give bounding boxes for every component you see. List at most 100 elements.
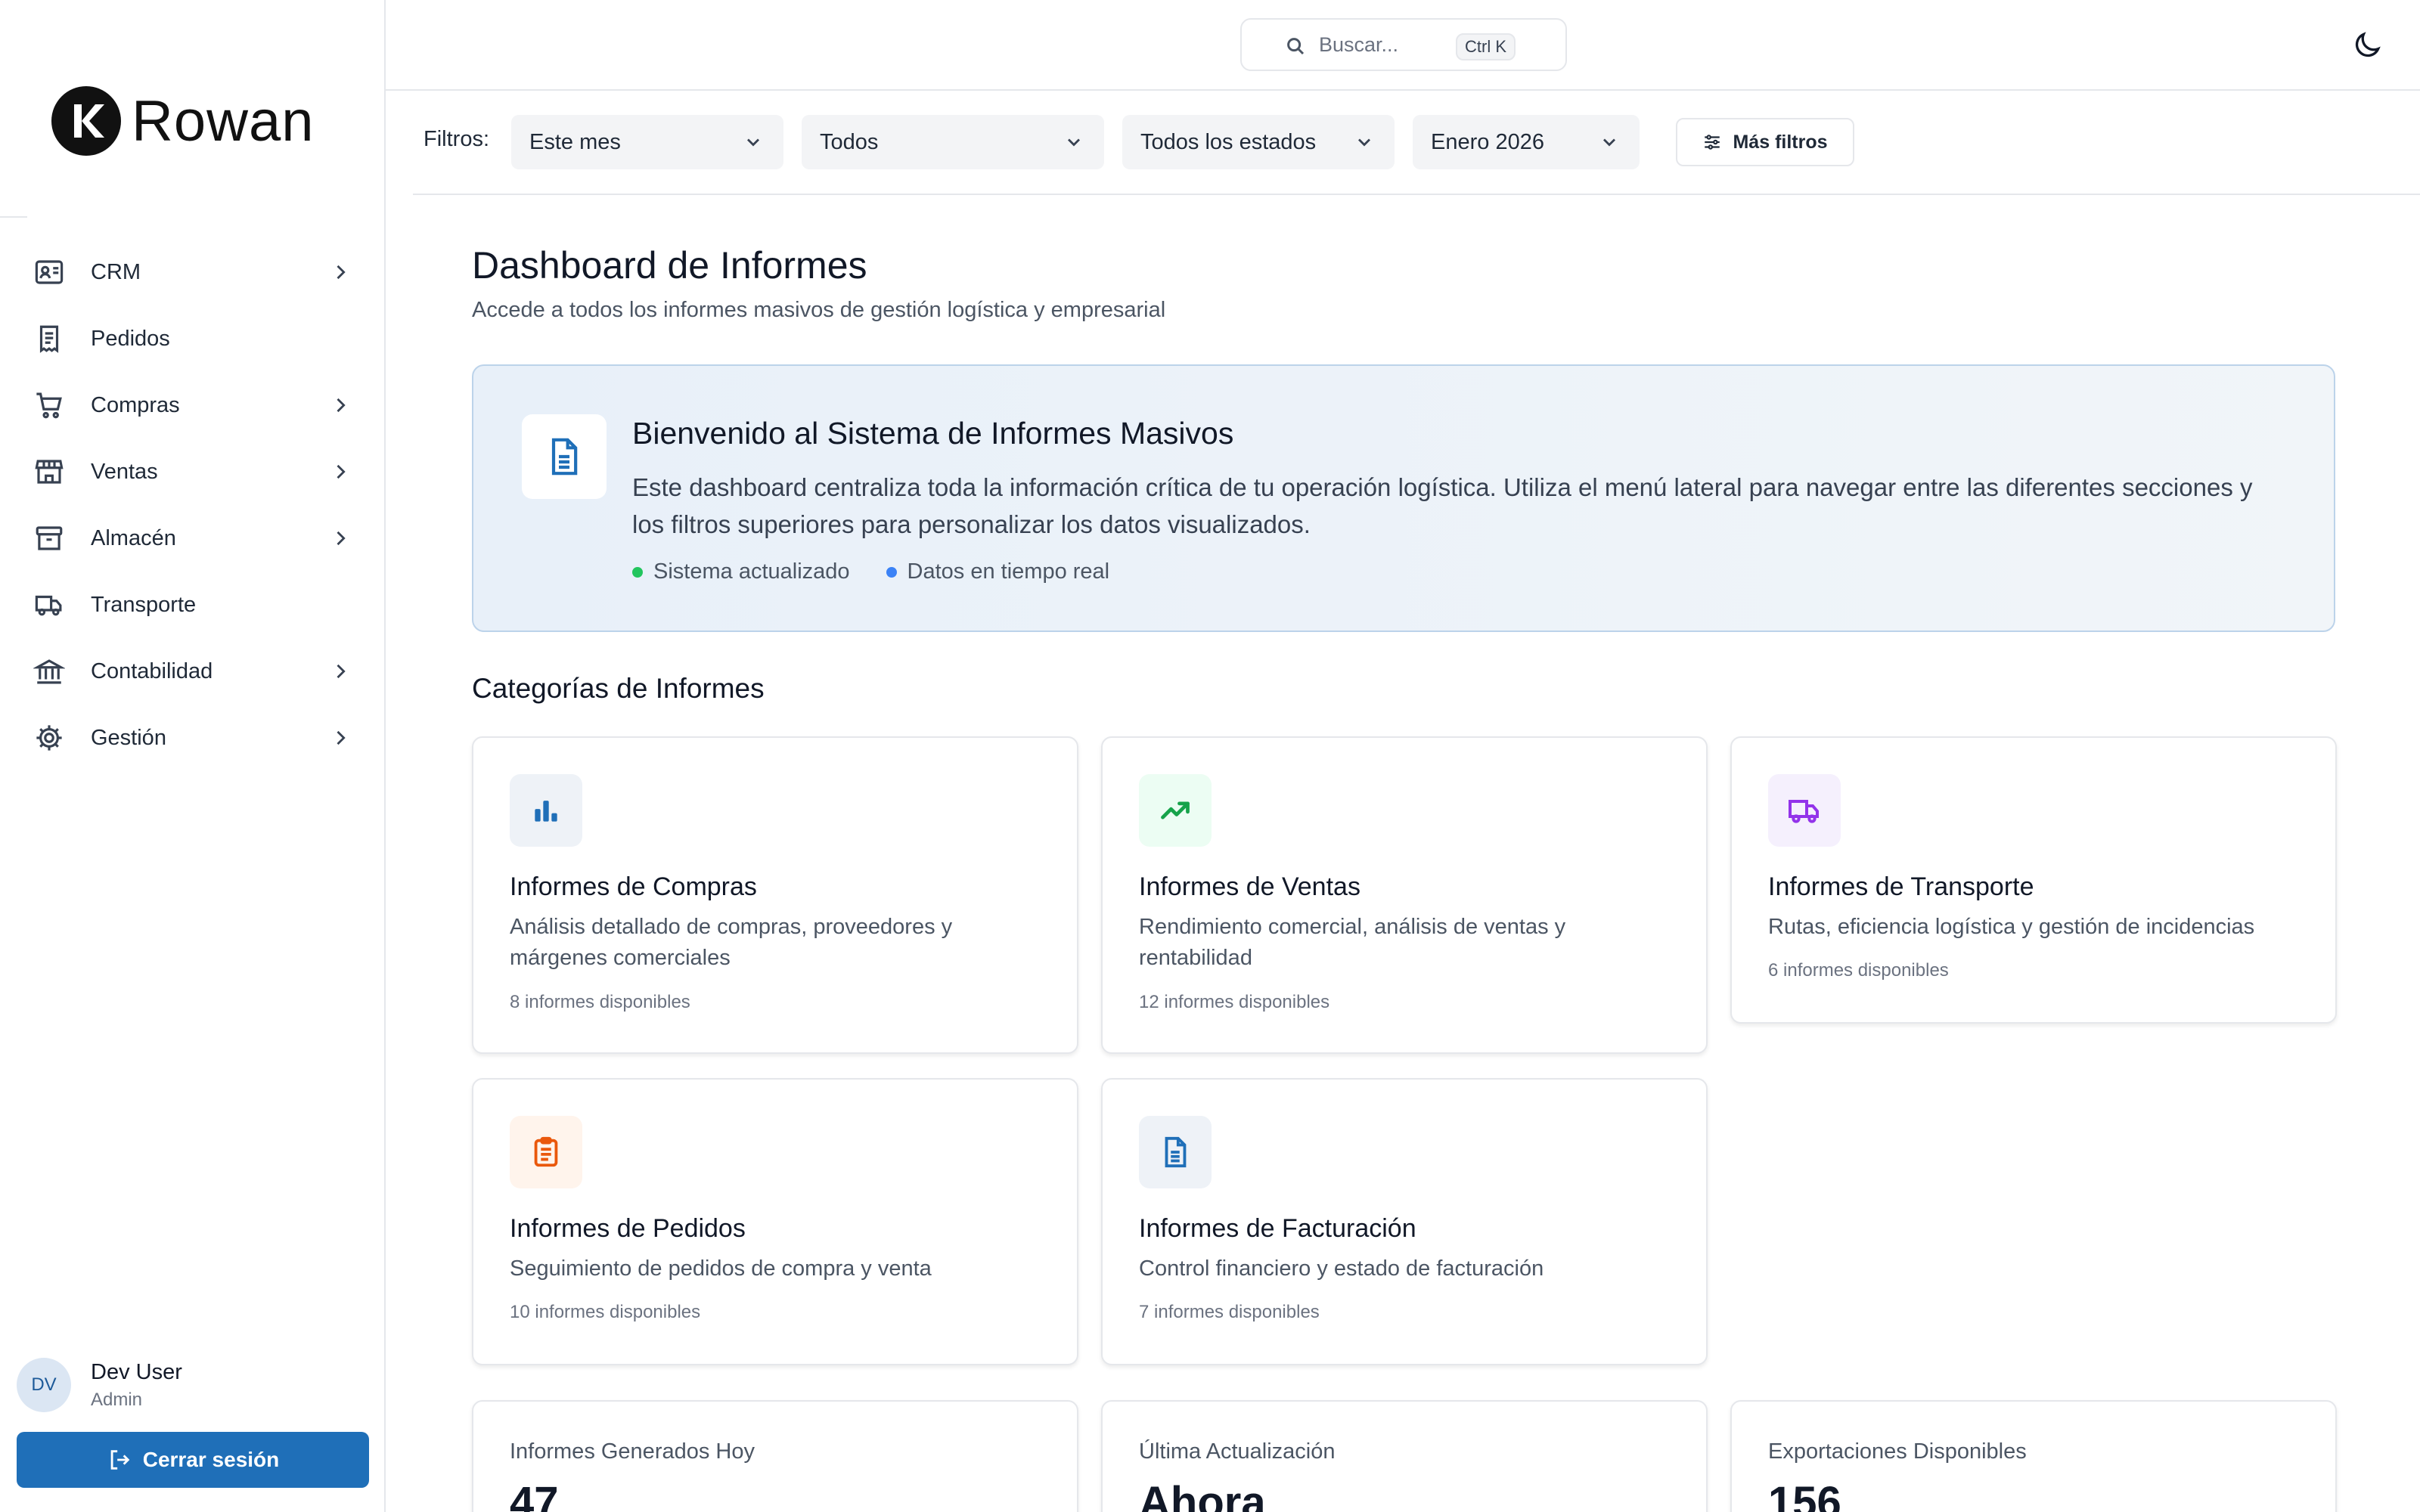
contact-card-icon [35, 260, 64, 284]
scope-select[interactable]: Todos [802, 115, 1104, 169]
sidebar-item-label: Contabilidad [91, 658, 213, 683]
search-input[interactable]: Buscar... Ctrl K [1240, 18, 1567, 71]
logout-button[interactable]: Cerrar sesión [17, 1432, 369, 1488]
sidebar-item-contabilidad[interactable]: Contabilidad [21, 638, 361, 705]
card-count: 6 informes disponibles [1768, 960, 1949, 981]
card-count: 12 informes disponibles [1139, 992, 1330, 1012]
card-count: 10 informes disponibles [510, 1302, 701, 1322]
category-card-transporte[interactable]: Informes de Transporte Rutas, eficiencia… [1730, 736, 2337, 1024]
sidebar-item-crm[interactable]: CRM [21, 239, 361, 305]
scope-value: Todos [820, 129, 879, 154]
sidebar-item-compras[interactable]: Compras [21, 372, 361, 438]
rowan-logo-icon [51, 86, 121, 156]
sidebar-item-label: Pedidos [91, 326, 170, 351]
chevron-down-icon [1358, 138, 1370, 147]
sidebar-item-label: Ventas [91, 459, 158, 484]
user-profile[interactable]: DV Dev User Admin [17, 1358, 182, 1412]
categories-title: Categorías de Informes [472, 673, 765, 704]
status-select[interactable]: Todos los estados [1122, 115, 1395, 169]
status-badge: Sistema actualizado [632, 559, 850, 584]
user-role: Admin [91, 1389, 143, 1410]
sidebar-item-label: Transporte [91, 592, 197, 617]
period-select[interactable]: Este mes [511, 115, 783, 169]
sidebar: Rowan CRM Pedidos Compras Ventas Almacén [0, 0, 386, 1512]
chevron-down-icon [1603, 138, 1615, 147]
bar-chart-icon [510, 774, 582, 847]
card-description: Rutas, eficiencia logística y gestión de… [1768, 915, 2255, 939]
sidebar-item-ventas[interactable]: Ventas [21, 438, 361, 505]
card-title: Informes de Pedidos [510, 1214, 746, 1243]
sidebar-item-label: CRM [91, 259, 141, 284]
realtime-badge: Datos en tiempo real [886, 559, 1110, 584]
stat-card-reports-today: Informes Generados Hoy 47 [472, 1400, 1078, 1512]
trending-up-icon [1139, 774, 1212, 847]
sidebar-item-gestion[interactable]: Gestión [21, 705, 361, 771]
sidebar-item-label: Almacén [91, 525, 176, 550]
sidebar-item-label: Compras [91, 392, 180, 417]
stat-card-last-update: Última Actualización Ahora [1101, 1400, 1708, 1512]
card-description: Rendimiento comercial, análisis de venta… [1139, 915, 1566, 970]
category-card-ventas[interactable]: Informes de Ventas Rendimiento comercial… [1101, 736, 1708, 1054]
receipt-icon [39, 325, 59, 353]
cart-icon [36, 392, 62, 419]
category-card-facturacion[interactable]: Informes de Facturación Control financie… [1101, 1078, 1708, 1365]
category-card-compras[interactable]: Informes de Compras Análisis detallado d… [472, 736, 1078, 1054]
chevron-right-icon [337, 531, 346, 546]
chevron-right-icon [337, 265, 346, 280]
stat-value: Ahora [1139, 1478, 1266, 1512]
sidebar-nav: CRM Pedidos Compras Ventas Almacén Trans… [21, 239, 361, 771]
bank-icon [33, 659, 65, 684]
logout-label: Cerrar sesión [142, 1448, 280, 1471]
sidebar-item-almacen[interactable]: Almacén [21, 505, 361, 572]
filters-label: Filtros: [424, 127, 489, 151]
realtime-text: Datos en tiempo real [907, 559, 1110, 584]
card-title: Informes de Ventas [1139, 872, 1360, 901]
truck-icon [1768, 774, 1841, 847]
welcome-title: Bienvenido al Sistema de Informes Masivo… [632, 416, 1234, 451]
welcome-text: Este dashboard centraliza toda la inform… [632, 473, 2253, 538]
more-filters-button[interactable]: Más filtros [1676, 118, 1854, 166]
card-description: Análisis detallado de compras, proveedor… [510, 915, 953, 970]
category-card-pedidos[interactable]: Informes de Pedidos Seguimiento de pedid… [472, 1078, 1078, 1365]
archive-icon [36, 526, 63, 550]
stat-value: 156 [1768, 1478, 1841, 1512]
chevron-right-icon [337, 398, 346, 413]
sidebar-item-pedidos[interactable]: Pedidos [21, 305, 361, 372]
logout-icon [110, 1450, 130, 1470]
stat-label: Exportaciones Disponibles [1768, 1439, 2027, 1464]
truck-icon [35, 595, 62, 616]
user-name: Dev User [91, 1359, 182, 1384]
status-text: Sistema actualizado [653, 559, 850, 584]
logo[interactable]: Rowan [51, 86, 315, 156]
month-select[interactable]: Enero 2026 [1413, 115, 1640, 169]
stat-label: Última Actualización [1139, 1439, 1336, 1464]
card-description: Control financiero y estado de facturaci… [1139, 1256, 1544, 1281]
search-shortcut: Ctrl K [1456, 33, 1516, 60]
avatar: DV [17, 1358, 71, 1412]
document-icon [522, 414, 607, 499]
logo-text: Rowan [132, 88, 315, 153]
period-value: Este mes [529, 129, 621, 154]
sidebar-item-transporte[interactable]: Transporte [21, 572, 361, 638]
stat-value: 47 [510, 1478, 559, 1512]
welcome-banner: Bienvenido al Sistema de Informes Masivo… [472, 364, 2335, 632]
month-value: Enero 2026 [1431, 129, 1544, 154]
card-description: Seguimiento de pedidos de compra y venta [510, 1256, 932, 1281]
card-count: 8 informes disponibles [510, 992, 690, 1012]
moon-icon[interactable] [2350, 29, 2384, 62]
more-filters-label: Más filtros [1733, 131, 1828, 153]
divider [0, 216, 27, 218]
gear-icon [36, 725, 62, 751]
card-title: Informes de Facturación [1139, 1214, 1416, 1243]
store-icon [35, 460, 64, 484]
sliders-icon [1705, 135, 1720, 150]
stat-label: Informes Generados Hoy [510, 1439, 755, 1464]
chevron-down-icon [747, 138, 759, 147]
card-count: 7 informes disponibles [1139, 1302, 1320, 1322]
chevron-right-icon [337, 464, 346, 479]
search-placeholder: Buscar... [1319, 33, 1399, 56]
page-title: Dashboard de Informes [472, 244, 867, 287]
stat-card-exports: Exportaciones Disponibles 156 [1730, 1400, 2337, 1512]
chevron-right-icon [337, 664, 346, 679]
card-title: Informes de Compras [510, 872, 757, 901]
